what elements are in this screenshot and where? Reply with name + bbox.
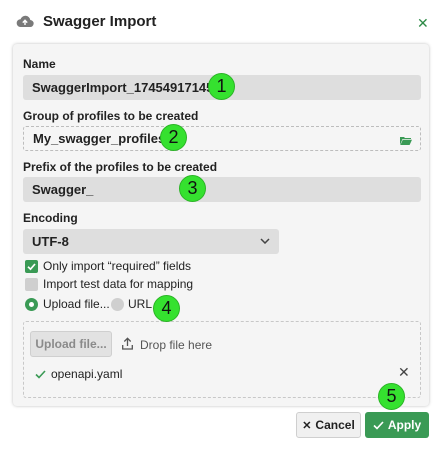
encoding-select[interactable]: UTF-8	[23, 229, 279, 254]
url-radio[interactable]	[111, 298, 124, 311]
encoding-label: Encoding	[23, 211, 78, 225]
only-required-label: Only import “required” fields	[43, 259, 192, 273]
name-label: Name	[23, 57, 56, 71]
url-radio-label: URL	[128, 297, 153, 311]
annotation-badge-2: 2	[160, 124, 187, 151]
cancel-label: Cancel	[315, 418, 355, 432]
check-icon	[373, 420, 384, 430]
only-required-checkbox[interactable]	[25, 260, 38, 273]
folder-open-icon[interactable]	[400, 136, 412, 145]
group-value: My_swagger_profiles	[33, 131, 166, 146]
upload-file-radio[interactable]	[25, 298, 38, 311]
annotation-badge-4: 4	[153, 295, 180, 322]
drop-file-text: Drop file here	[140, 338, 213, 352]
prefix-input[interactable]: Swagger_	[23, 177, 421, 202]
remove-file-icon[interactable]: ✕	[398, 364, 410, 381]
group-label: Group of profiles to be created	[23, 109, 199, 123]
annotation-badge-3: 3	[179, 175, 206, 202]
encoding-value: UTF-8	[32, 234, 69, 249]
dialog-titlebar: Swagger Import ✕	[0, 0, 442, 44]
uploaded-file-name: openapi.yaml	[51, 367, 123, 381]
prefix-value: Swagger_	[32, 182, 94, 197]
apply-label: Apply	[387, 418, 422, 432]
check-icon	[35, 370, 46, 379]
close-icon[interactable]: ✕	[417, 16, 429, 30]
name-value: SwaggerImport_1745491714574	[32, 80, 228, 95]
upload-icon	[122, 337, 133, 350]
cancel-button[interactable]: ✕ Cancel	[296, 412, 361, 438]
close-icon: ✕	[302, 419, 312, 432]
upload-file-radio-label: Upload file...	[43, 297, 110, 311]
upload-file-button[interactable]: Upload file...	[30, 331, 112, 357]
annotation-badge-5: 5	[378, 383, 405, 410]
apply-button[interactable]: Apply	[365, 412, 429, 438]
import-test-data-checkbox[interactable]	[25, 278, 38, 291]
prefix-label: Prefix of the profiles to be created	[23, 160, 218, 174]
cloud-upload-icon	[16, 15, 34, 28]
group-input[interactable]: My_swagger_profiles	[23, 126, 421, 151]
annotation-badge-1: 1	[208, 73, 235, 100]
check-icon	[27, 263, 36, 271]
dialog-title: Swagger Import	[43, 13, 157, 30]
import-test-data-label: Import test data for mapping	[43, 277, 194, 291]
chevron-down-icon	[260, 238, 270, 244]
